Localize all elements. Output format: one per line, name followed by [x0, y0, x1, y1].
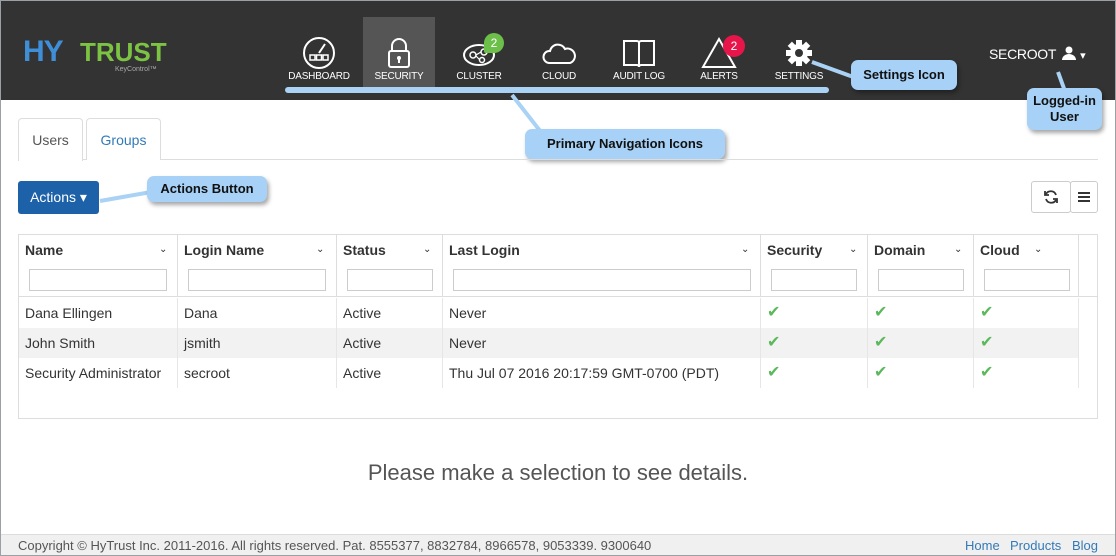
refresh-button[interactable]	[1031, 181, 1071, 213]
nav-security-label: SECURITY	[374, 71, 424, 82]
cell-last-login: Never	[443, 328, 761, 358]
user-name: SECROOT	[989, 46, 1056, 62]
logo-hy-text: HY	[23, 35, 64, 68]
cell-login: Dana	[178, 298, 337, 328]
domain-filter-input[interactable]	[878, 269, 964, 291]
nav-cluster[interactable]: 2 CLUSTER	[443, 17, 515, 87]
footer-link-home[interactable]: Home	[965, 538, 1000, 553]
checkmark-icon: ✔	[761, 328, 868, 358]
cloud-icon	[542, 43, 576, 64]
checkmark-icon: ✔	[974, 328, 1079, 358]
user-icon	[1062, 46, 1077, 60]
nav-cloud-label: CLOUD	[541, 71, 576, 82]
refresh-icon	[1044, 190, 1058, 204]
column-header-name[interactable]: Name ⌄	[19, 235, 178, 296]
alerts-badge: 2	[723, 35, 745, 57]
table-row[interactable]: Dana Ellingen Dana Active Never ✔ ✔ ✔	[19, 298, 1079, 328]
cell-status: Active	[337, 298, 443, 328]
empty-selection-message: Please make a selection to see details.	[367, 460, 749, 485]
nav-dashboard-label: DASHBOARD	[288, 71, 350, 82]
nav-settings[interactable]: SETTINGS	[763, 17, 835, 87]
users-table: Name ⌄ Login Name ⌄ Status ⌄ Last Login ⌄ Se…	[18, 234, 1098, 419]
table-row[interactable]: John Smith jsmith Active Never ✔ ✔ ✔	[19, 328, 1079, 358]
column-header-security[interactable]: Security ⌄	[761, 235, 868, 296]
column-header-login[interactable]: Login Name ⌄	[178, 235, 337, 296]
cell-login: secroot	[178, 358, 337, 388]
settings-icon-callout: Settings Icon	[851, 60, 957, 90]
cloud-filter-input[interactable]	[984, 269, 1070, 291]
primary-nav-underline	[285, 87, 829, 93]
checkmark-icon: ✔	[868, 298, 974, 328]
sort-chevron-icon: ⌄	[159, 244, 168, 255]
sort-chevron-icon: ⌄	[954, 244, 963, 255]
hytrust-logo: HY TRUST KeyControl™	[23, 35, 173, 79]
cell-status: Active	[337, 328, 443, 358]
checkmark-icon: ✔	[868, 328, 974, 358]
actions-button-callout: Actions Button	[147, 176, 267, 202]
cell-name: Security Administrator	[19, 358, 178, 388]
nav-alerts-label: ALERTS	[700, 71, 738, 82]
name-filter-input[interactable]	[29, 269, 167, 291]
status-filter-input[interactable]	[347, 269, 433, 291]
sort-chevron-icon: ⌄	[849, 244, 858, 255]
cell-name: John Smith	[19, 328, 178, 358]
footer-link-products[interactable]: Products	[1010, 538, 1061, 553]
table-row[interactable]: Security Administrator secroot Active Th…	[19, 358, 1079, 388]
nav-alerts[interactable]: 2 ALERTS	[683, 17, 755, 87]
column-header-cloud[interactable]: Cloud ⌄	[974, 235, 1079, 296]
footer-link-blog[interactable]: Blog	[1072, 538, 1098, 553]
nav-cloud[interactable]: CLOUD	[523, 17, 595, 87]
column-header-domain[interactable]: Domain ⌄	[868, 235, 974, 296]
cell-status: Active	[337, 358, 443, 388]
user-menu[interactable]: SECROOT ▾	[989, 46, 1086, 62]
logo-trust-text: TRUST	[80, 37, 167, 67]
checkmark-icon: ✔	[974, 358, 1079, 388]
nav-audit-log-label: AUDIT LOG	[613, 71, 665, 82]
actions-button[interactable]: Actions ▾	[18, 181, 99, 214]
nav-dashboard[interactable]: DASHBOARD	[283, 17, 355, 87]
gear-icon	[786, 40, 812, 66]
copyright-text: Copyright © HyTrust Inc. 2011-2016. All …	[18, 538, 652, 553]
column-menu-button[interactable]	[1070, 181, 1098, 213]
sort-chevron-icon: ⌄	[423, 244, 432, 255]
dashboard-gauge-icon	[303, 37, 335, 69]
sort-chevron-icon: ⌄	[316, 244, 325, 255]
cell-name: Dana Ellingen	[19, 298, 178, 328]
user-menu-caret: ▾	[1080, 50, 1086, 62]
hamburger-menu-icon	[1078, 192, 1090, 202]
checkmark-icon: ✔	[761, 358, 868, 388]
checkmark-icon: ✔	[868, 358, 974, 388]
nav-cluster-label: CLUSTER	[456, 71, 502, 82]
footer: Copyright © HyTrust Inc. 2011-2016. All …	[1, 534, 1115, 555]
nav-security[interactable]: SECURITY	[363, 17, 435, 87]
cell-last-login: Never	[443, 298, 761, 328]
last-login-filter-input[interactable]	[453, 269, 751, 291]
checkmark-icon: ✔	[761, 298, 868, 328]
lock-icon	[388, 38, 410, 68]
nav-settings-label: SETTINGS	[774, 71, 824, 82]
cluster-badge: 2	[484, 33, 504, 53]
cell-last-login: Thu Jul 07 2016 20:17:59 GMT-0700 (PDT)	[443, 358, 761, 388]
logo-subtitle: KeyControl™	[115, 66, 157, 73]
table-header: Name ⌄ Login Name ⌄ Status ⌄ Last Login ⌄ Se…	[19, 235, 1097, 297]
column-header-last-login[interactable]: Last Login ⌄	[443, 235, 761, 296]
cell-login: jsmith	[178, 328, 337, 358]
tab-groups[interactable]: Groups	[86, 118, 161, 160]
tab-bar: Users Groups	[18, 118, 1098, 161]
nav-audit-log[interactable]: AUDIT LOG	[603, 17, 675, 87]
book-icon	[623, 40, 655, 68]
security-filter-input[interactable]	[771, 269, 857, 291]
column-header-status[interactable]: Status ⌄	[337, 235, 443, 296]
sort-chevron-icon: ⌄	[741, 244, 750, 255]
checkmark-icon: ✔	[974, 298, 1079, 328]
login-filter-input[interactable]	[188, 269, 326, 291]
tab-users[interactable]: Users	[18, 118, 83, 161]
sort-chevron-icon: ⌄	[1034, 244, 1043, 255]
